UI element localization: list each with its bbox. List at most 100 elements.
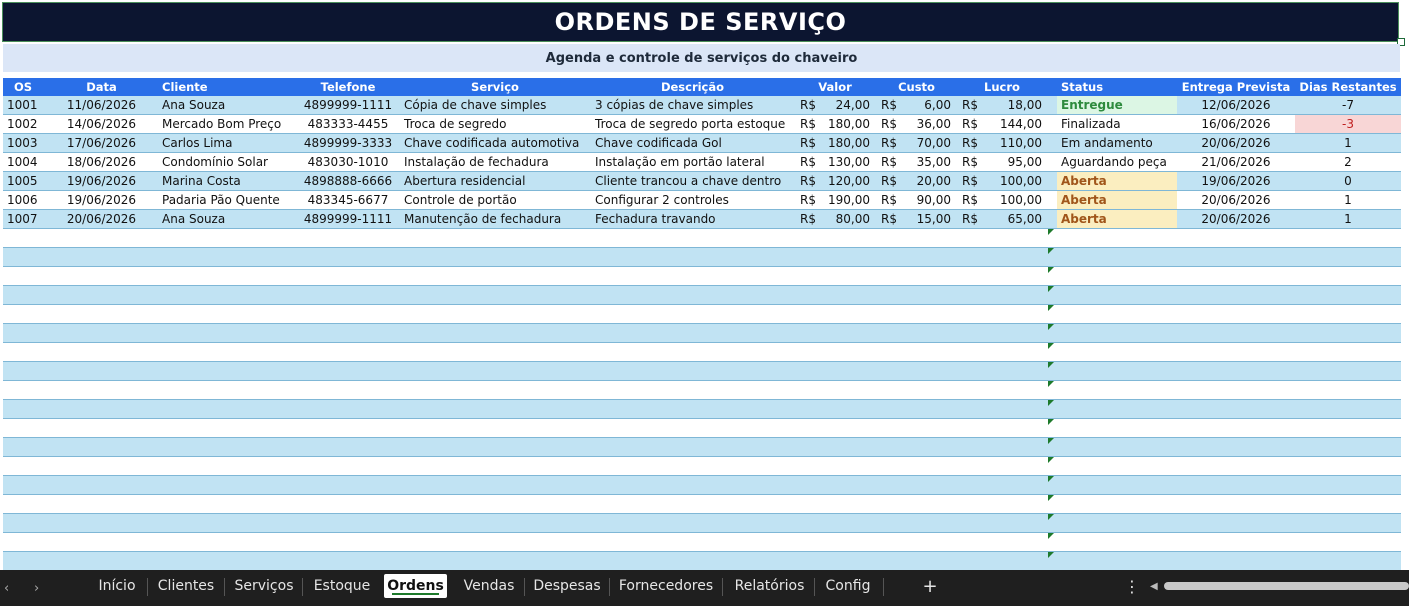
cell-os[interactable]: 1007	[3, 210, 43, 228]
cell-lucro[interactable]: 100,00	[978, 172, 1046, 190]
tab-relatorios[interactable]: Relatórios	[728, 574, 811, 598]
cell-cliente[interactable]: Ana Souza	[158, 210, 298, 228]
cell-dias[interactable]: -3	[1295, 115, 1401, 133]
cell-cliente[interactable]: Condomínio Solar	[158, 153, 298, 171]
header-descricao[interactable]: Descrição	[590, 78, 795, 96]
cell-custo[interactable]: 70,00	[898, 134, 955, 152]
cell-valor[interactable]: 180,00	[818, 134, 874, 152]
cell-dias[interactable]: 1	[1295, 210, 1401, 228]
header-dias-restantes[interactable]: Dias Restantes	[1295, 78, 1401, 96]
cell-os[interactable]: 1003	[3, 134, 43, 152]
cell-entrega[interactable]: 16/06/2026	[1176, 115, 1296, 133]
tab-clientes[interactable]: Clientes	[153, 574, 219, 598]
cell-cliente[interactable]: Marina Costa	[158, 172, 298, 190]
cell-telefone[interactable]: 4898888-6666	[298, 172, 398, 190]
cell-status[interactable]: Aberta	[1057, 172, 1177, 190]
cell-lucro[interactable]: 110,00	[978, 134, 1046, 152]
cell-entrega[interactable]: 20/06/2026	[1176, 210, 1296, 228]
cell-entrega[interactable]: 20/06/2026	[1176, 191, 1296, 209]
cell-data[interactable]: 11/06/2026	[43, 96, 160, 114]
cell-data[interactable]: 18/06/2026	[43, 153, 160, 171]
tab-fornecedores[interactable]: Fornecedores	[615, 574, 717, 598]
cell-entrega[interactable]: 21/06/2026	[1176, 153, 1296, 171]
cell-dias[interactable]: 1	[1295, 134, 1401, 152]
tab-inicio[interactable]: Início	[92, 574, 142, 598]
tab-scroll-next-icon[interactable]: ›	[34, 570, 39, 606]
tab-config[interactable]: Config	[820, 574, 876, 598]
tab-vendas[interactable]: Vendas	[456, 574, 522, 598]
cell-lucro[interactable]: 100,00	[978, 191, 1046, 209]
cell-data[interactable]: 19/06/2026	[43, 191, 160, 209]
cell-cliente[interactable]: Padaria Pão Quente	[158, 191, 298, 209]
header-status[interactable]: Status	[1057, 78, 1177, 96]
cell-servico[interactable]: Controle de portão	[400, 191, 590, 209]
cell-os[interactable]: 1002	[3, 115, 43, 133]
tab-despesas[interactable]: Despesas	[530, 574, 604, 598]
cell-status[interactable]: Finalizada	[1057, 115, 1177, 133]
cell-valor[interactable]: 130,00	[818, 153, 874, 171]
cell-data[interactable]: 20/06/2026	[43, 210, 160, 228]
cell-custo[interactable]: 35,00	[898, 153, 955, 171]
cell-dias[interactable]: 2	[1295, 153, 1401, 171]
header-lucro[interactable]: Lucro	[958, 78, 1046, 96]
cell-descricao[interactable]: 3 cópias de chave simples	[591, 96, 796, 114]
cell-descricao[interactable]: Cliente trancou a chave dentro	[591, 172, 796, 190]
cell-telefone[interactable]: 483333-4455	[298, 115, 398, 133]
cell-servico[interactable]: Chave codificada automotiva	[400, 134, 590, 152]
cell-data[interactable]: 17/06/2026	[43, 134, 160, 152]
cell-cliente[interactable]: Mercado Bom Preço	[158, 115, 298, 133]
header-cliente[interactable]: Cliente	[158, 78, 298, 96]
header-custo[interactable]: Custo	[878, 78, 955, 96]
cell-telefone[interactable]: 4899999-3333	[298, 134, 398, 152]
scroll-left-icon[interactable]: ◀	[1150, 570, 1158, 602]
cell-status[interactable]: Aberta	[1057, 210, 1177, 228]
cell-valor[interactable]: 180,00	[818, 115, 874, 133]
scrollbar-thumb[interactable]	[1164, 582, 1409, 590]
cell-servico[interactable]: Cópia de chave simples	[400, 96, 590, 114]
cell-data[interactable]: 14/06/2026	[43, 115, 160, 133]
cell-status[interactable]: Aguardando peça	[1057, 153, 1177, 171]
cell-custo[interactable]: 90,00	[898, 191, 955, 209]
cell-custo[interactable]: 20,00	[898, 172, 955, 190]
cell-os[interactable]: 1006	[3, 191, 43, 209]
tab-servicos[interactable]: Serviços	[230, 574, 298, 598]
cell-status[interactable]: Em andamento	[1057, 134, 1177, 152]
cell-dias[interactable]: 0	[1295, 172, 1401, 190]
cell-data[interactable]: 19/06/2026	[43, 172, 160, 190]
cell-custo[interactable]: 15,00	[898, 210, 955, 228]
cell-lucro[interactable]: 144,00	[978, 115, 1046, 133]
cell-descricao[interactable]: Fechadura travando	[591, 210, 796, 228]
more-options-icon[interactable]: ⋮	[1122, 574, 1142, 598]
cell-lucro[interactable]: 65,00	[978, 210, 1046, 228]
cell-lucro[interactable]: 95,00	[978, 153, 1046, 171]
header-valor[interactable]: Valor	[795, 78, 875, 96]
header-servico[interactable]: Serviço	[400, 78, 590, 96]
cell-os[interactable]: 1005	[3, 172, 43, 190]
cell-status[interactable]: Aberta	[1057, 191, 1177, 209]
header-os[interactable]: OS	[3, 78, 43, 96]
cell-cliente[interactable]: Carlos Lima	[158, 134, 298, 152]
cell-dias[interactable]: -7	[1295, 96, 1401, 114]
cell-servico[interactable]: Instalação de fechadura	[400, 153, 590, 171]
header-telefone[interactable]: Telefone	[298, 78, 398, 96]
cell-os[interactable]: 1001	[3, 96, 43, 114]
cell-telefone[interactable]: 483345-6677	[298, 191, 398, 209]
cell-valor[interactable]: 190,00	[818, 191, 874, 209]
cell-custo[interactable]: 36,00	[898, 115, 955, 133]
cell-servico[interactable]: Manutenção de fechadura	[400, 210, 590, 228]
cell-servico[interactable]: Troca de segredo	[400, 115, 590, 133]
cell-descricao[interactable]: Troca de segredo porta estoque	[591, 115, 796, 133]
cell-valor[interactable]: 120,00	[818, 172, 874, 190]
add-sheet-icon[interactable]: +	[916, 574, 944, 598]
cell-descricao[interactable]: Instalação em portão lateral	[591, 153, 796, 171]
cell-telefone[interactable]: 4899999-1111	[298, 210, 398, 228]
cell-telefone[interactable]: 4899999-1111	[298, 96, 398, 114]
header-entrega-prevista[interactable]: Entrega Prevista	[1176, 78, 1296, 96]
cell-lucro[interactable]: 18,00	[978, 96, 1046, 114]
cell-custo[interactable]: 6,00	[898, 96, 955, 114]
tab-estoque[interactable]: Estoque	[308, 574, 376, 598]
horizontal-scrollbar[interactable]: ◀	[1150, 579, 1409, 593]
cell-status[interactable]: Entregue	[1057, 96, 1177, 114]
cell-descricao[interactable]: Configurar 2 controles	[591, 191, 796, 209]
cell-telefone[interactable]: 483030-1010	[298, 153, 398, 171]
